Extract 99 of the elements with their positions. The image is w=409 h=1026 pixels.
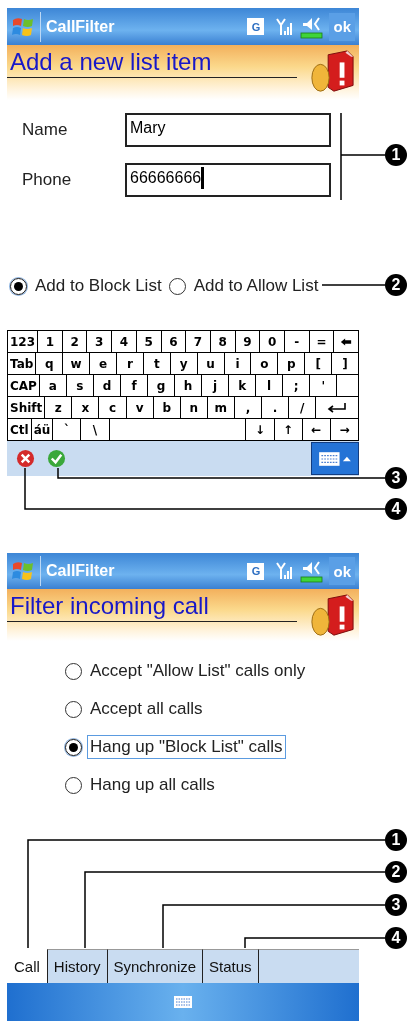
keyboard-key[interactable]: `: [53, 419, 82, 441]
keyboard-key[interactable]: k: [229, 375, 257, 397]
keyboard-key[interactable]: 0: [260, 331, 285, 353]
callout-number: 2: [385, 861, 407, 883]
keyboard-key[interactable]: e: [90, 353, 117, 375]
leader-line: [321, 284, 386, 286]
keyboard-key[interactable]: -: [284, 331, 310, 353]
keyboard-key[interactable]: [: [305, 353, 333, 375]
checkmark-icon[interactable]: [47, 449, 66, 468]
keyboard-key[interactable]: 9: [235, 331, 261, 353]
page-title: Add a new list item: [10, 49, 212, 75]
keyboard-icon[interactable]: [173, 995, 193, 1009]
keyboard-key[interactable]: 2: [62, 331, 88, 353]
input-field[interactable]: 66666666: [125, 163, 331, 197]
keyboard-key[interactable]: 5: [136, 331, 162, 353]
keyboard-key[interactable]: i: [224, 353, 252, 375]
input-field[interactable]: Mary: [125, 113, 331, 147]
keyboard-key[interactable]: n: [180, 397, 208, 419]
page-title: Filter incoming call: [10, 593, 209, 619]
keyboard-key[interactable]: 123: [8, 331, 39, 353]
radio-option[interactable]: Add to Allow List: [168, 274, 322, 298]
keyboard-key[interactable]: ↑: [274, 419, 303, 441]
keyboard-key[interactable]: CAP: [8, 375, 40, 397]
callout-number: 3: [385, 467, 407, 489]
windows-flag-icon[interactable]: [11, 559, 35, 583]
keyboard-key[interactable]: Ctl: [8, 419, 32, 441]
keyboard-key[interactable]: o: [251, 353, 279, 375]
keyboard-key[interactable]: m: [207, 397, 235, 419]
backspace-key[interactable]: [334, 331, 359, 353]
callout-number: 3: [385, 894, 407, 916]
keyboard-key[interactable]: p: [278, 353, 306, 375]
keyboard-key[interactable]: y: [170, 353, 198, 375]
tab[interactable]: Status: [202, 949, 258, 983]
space-key[interactable]: [109, 419, 247, 441]
alert-phone-icon: [309, 593, 355, 639]
keyboard-key[interactable]: 8: [210, 331, 236, 353]
keyboard-key[interactable]: z: [45, 397, 73, 419]
keyboard-key[interactable]: u: [197, 353, 225, 375]
keyboard-icon: [318, 450, 352, 467]
keyboard-key[interactable]: \: [81, 419, 110, 441]
enter-key[interactable]: [316, 397, 359, 419]
keyboard-key[interactable]: áü: [31, 419, 54, 441]
keyboard-key[interactable]: f: [121, 375, 148, 397]
keyboard-key[interactable]: t: [143, 353, 171, 375]
callout-number: 1: [385, 829, 407, 851]
keyboard-key[interactable]: h: [175, 375, 203, 397]
network-indicator[interactable]: G: [247, 18, 265, 35]
keyboard-key[interactable]: d: [93, 375, 121, 397]
tab[interactable]: Synchronize: [106, 949, 203, 983]
keyboard-key[interactable]: 1: [38, 331, 63, 353]
network-indicator[interactable]: G: [247, 562, 265, 580]
radio-option[interactable]: Hang up all calls: [65, 773, 218, 797]
keyboard-key[interactable]: Tab: [8, 353, 37, 375]
keyboard-key[interactable]: x: [72, 397, 100, 419]
keyboard-key[interactable]: j: [202, 375, 230, 397]
input-panel-button[interactable]: [311, 442, 359, 475]
keyboard-key[interactable]: a: [39, 375, 67, 397]
keyboard-key[interactable]: 7: [186, 331, 211, 353]
keyboard-key[interactable]: r: [117, 353, 144, 375]
keyboard-key[interactable]: b: [153, 397, 181, 419]
keyboard-key[interactable]: Shift: [8, 397, 46, 419]
callout-number: 2: [385, 274, 407, 296]
keyboard-key[interactable]: ,: [234, 397, 262, 419]
enter-arrow-icon: [327, 401, 348, 414]
field-label: Phone: [21, 170, 73, 190]
keyboard-key[interactable]: v: [126, 397, 154, 419]
keyboard-key[interactable]: =: [309, 331, 335, 353]
keyboard-key[interactable]: ]: [332, 353, 359, 375]
keyboard-key[interactable]: [337, 375, 360, 397]
keyboard-key[interactable]: .: [262, 397, 290, 419]
keyboard-key[interactable]: c: [99, 397, 127, 419]
keyboard-key[interactable]: g: [148, 375, 176, 397]
radio-option[interactable]: Accept "Allow List" calls only: [65, 659, 309, 683]
app-title: CallFilter: [46, 562, 116, 580]
keyboard-key[interactable]: 4: [112, 331, 137, 353]
callout-number: 4: [385, 927, 407, 949]
keyboard-key[interactable]: q: [36, 353, 64, 375]
cancel-icon[interactable]: [16, 449, 35, 468]
alert-phone-icon: [309, 49, 355, 95]
tab[interactable]: History: [46, 949, 107, 983]
app-title: CallFilter: [46, 17, 116, 36]
radio-option[interactable]: Accept all calls: [65, 697, 206, 721]
keyboard-key[interactable]: ;: [283, 375, 311, 397]
field-label: Name: [21, 120, 69, 140]
keyboard-key[interactable]: ↓: [246, 419, 275, 441]
keyboard-key[interactable]: s: [66, 375, 94, 397]
keyboard-key[interactable]: 6: [161, 331, 187, 353]
callout-number: 4: [385, 498, 407, 520]
radio-option[interactable]: Add to Block List: [10, 274, 165, 298]
keyboard-key[interactable]: /: [289, 397, 317, 419]
keyboard-key[interactable]: w: [63, 353, 91, 375]
speaker-battery-icon[interactable]: [300, 559, 325, 583]
keyboard-key[interactable]: 3: [87, 331, 113, 353]
keyboard-key[interactable]: l: [256, 375, 284, 397]
backspace-arrow-icon: [340, 336, 353, 347]
keyboard-key[interactable]: ←: [302, 419, 331, 441]
keyboard-key[interactable]: →: [330, 419, 359, 441]
keyboard-key[interactable]: ': [310, 375, 338, 397]
callout-number: 1: [385, 144, 407, 166]
